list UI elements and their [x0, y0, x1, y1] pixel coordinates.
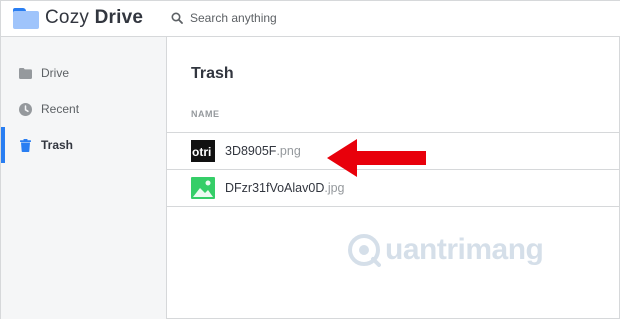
watermark: uantrimang — [347, 233, 544, 267]
file-extension: .png — [276, 144, 301, 158]
folder-icon — [18, 66, 32, 80]
file-name: 3D8905F — [225, 144, 277, 158]
svg-text:otri: otri — [192, 145, 211, 159]
top-bar: Cozy Drive — [1, 1, 620, 37]
main-content: Trash NAME otri 3D8905F .png DFzr31fVoAla… — [167, 37, 620, 319]
column-header-name[interactable]: NAME — [191, 109, 220, 119]
sidebar: Drive Recent Trash — [1, 37, 167, 319]
trash-icon — [18, 138, 32, 152]
row-divider — [167, 206, 620, 207]
sidebar-item-trash[interactable]: Trash — [1, 127, 166, 163]
arrow-left-icon — [327, 139, 426, 177]
app-window: Cozy Drive Drive Recent — [0, 0, 620, 319]
quantrimang-logo-icon — [348, 234, 381, 267]
sidebar-item-label: Drive — [41, 66, 70, 80]
app-brand[interactable]: Cozy Drive — [13, 5, 143, 31]
watermark-text: uantrimang — [385, 233, 544, 266]
sidebar-item-drive[interactable]: Drive — [1, 55, 166, 91]
image-thumbnail: otri — [191, 140, 215, 162]
search-input[interactable] — [190, 11, 390, 25]
app-title-regular: Cozy — [45, 7, 90, 28]
clock-icon — [18, 102, 32, 116]
image-file-icon — [191, 177, 215, 199]
file-name: DFzr31fVoAlav0D — [225, 181, 325, 195]
app-title: Cozy Drive — [45, 7, 143, 29]
page-title: Trash — [191, 65, 234, 82]
sidebar-item-label: Trash — [41, 138, 74, 152]
search-bar[interactable] — [171, 8, 390, 28]
search-icon — [171, 12, 183, 24]
folder-icon — [13, 7, 39, 29]
sidebar-item-recent[interactable]: Recent — [1, 91, 166, 127]
app-title-bold: Drive — [94, 7, 144, 28]
sidebar-item-label: Recent — [41, 102, 80, 116]
file-extension: .jpg — [324, 181, 345, 195]
